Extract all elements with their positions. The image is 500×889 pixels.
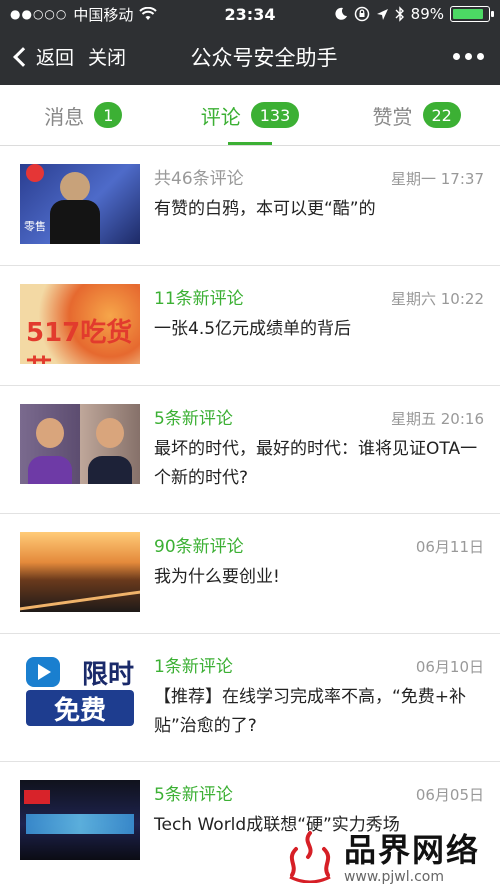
comment-count: 5条新评论	[154, 409, 233, 429]
article-thumbnail	[20, 404, 140, 484]
pinjie-logo-icon	[289, 831, 331, 883]
chevron-left-icon	[13, 46, 33, 67]
list-item[interactable]: 限时 免费 1条新评论 06月10日 【推荐】在线学习完成率不高，“免费+补贴”…	[0, 634, 500, 762]
timestamp: 06月11日	[415, 538, 484, 556]
moon-icon	[335, 7, 347, 20]
timestamp: 星期五 20:16	[391, 410, 484, 428]
close-button[interactable]: 关闭	[88, 43, 126, 70]
signal-dots-icon: ●●○○○	[10, 7, 68, 21]
timestamp: 星期六 10:22	[391, 290, 484, 308]
article-title: 最坏的时代，最好的时代：谁将见证OTA一个新的时代?	[154, 439, 478, 488]
watermark-url: www.pjwl.com	[343, 869, 444, 885]
article-thumbnail	[20, 780, 140, 860]
article-thumbnail: 517吃货节	[20, 284, 140, 364]
battery-percent: 89%	[410, 5, 444, 23]
list-item[interactable]: 90条新评论 06月11日 我为什么要创业!	[0, 514, 500, 634]
carrier-label: 中国移动	[73, 5, 134, 24]
battery-icon	[450, 6, 494, 22]
bluetooth-icon	[395, 6, 404, 22]
list-item[interactable]: 517吃货节 11条新评论 星期六 10:22 一张4.5亿元成绩单的背后	[0, 266, 500, 386]
comment-count: 90条新评论	[154, 537, 244, 557]
article-title: 【推荐】在线学习完成率不高，“免费+补贴”治愈的了?	[154, 687, 467, 736]
article-thumbnail	[20, 532, 140, 612]
tab-badge: 133	[250, 102, 300, 128]
article-thumbnail: 零售	[20, 164, 140, 244]
tab-messages[interactable]: 消息 1	[0, 85, 167, 145]
thumbnail-caption: 限时	[81, 659, 134, 690]
nav-bar: 返回 关闭 公众号安全助手	[0, 28, 500, 85]
watermark-name: 品界网络	[343, 831, 480, 869]
tab-badge: 22	[422, 102, 461, 128]
wifi-icon	[139, 7, 158, 20]
status-bar: ●●○○○ 中国移动 23:34 89%	[0, 0, 500, 28]
article-title: 一张4.5亿元成绩单的背后	[154, 319, 352, 339]
article-title: 有赞的白鸦，本可以更“酷”的	[154, 199, 376, 219]
timestamp: 星期一 17:37	[391, 170, 484, 188]
tab-label: 评论	[200, 104, 241, 129]
status-right: 89%	[334, 5, 494, 23]
comment-count: 1条新评论	[154, 657, 233, 677]
article-thumbnail: 限时 免费	[20, 652, 140, 732]
tab-badge: 1	[94, 102, 123, 128]
comment-count: 5条新评论	[154, 785, 233, 805]
back-label: 返回	[36, 47, 75, 69]
lock-rotation-icon	[354, 6, 369, 22]
list-item[interactable]: 零售 共46条评论 星期一 17:37 有赞的白鸦，本可以更“酷”的	[0, 146, 500, 266]
status-left: ●●○○○ 中国移动	[10, 4, 158, 25]
comment-article-list: 零售 共46条评论 星期一 17:37 有赞的白鸦，本可以更“酷”的 517吃货…	[0, 146, 500, 882]
timestamp: 06月05日	[415, 786, 484, 804]
tab-label: 消息	[44, 104, 85, 129]
article-title: 我为什么要创业!	[154, 567, 280, 587]
comment-count: 11条新评论	[154, 289, 244, 309]
tab-rewards[interactable]: 赞赏 22	[333, 85, 500, 145]
thumbnail-caption: 零售	[24, 220, 46, 233]
battery-fill	[453, 9, 484, 19]
comment-count: 共46条评论	[154, 169, 244, 189]
location-icon	[376, 8, 388, 20]
thumbnail-caption: 免费	[26, 690, 134, 726]
more-menu-icon[interactable]	[453, 53, 488, 60]
thumbnail-caption: 517吃货节	[26, 318, 133, 364]
page-title: 公众号安全助手	[190, 45, 338, 70]
back-button[interactable]: 返回	[12, 43, 74, 70]
tab-comments[interactable]: 评论 133	[167, 85, 334, 145]
timestamp: 06月10日	[415, 658, 484, 676]
play-icon	[26, 657, 60, 687]
tab-bar: 消息 1 评论 133 赞赏 22	[0, 85, 500, 146]
list-item[interactable]: 5条新评论 星期五 20:16 最坏的时代，最好的时代：谁将见证OTA一个新的时…	[0, 386, 500, 514]
tab-label: 赞赏	[372, 104, 413, 129]
watermark: 品界网络 www.pjwl.com	[282, 825, 480, 885]
